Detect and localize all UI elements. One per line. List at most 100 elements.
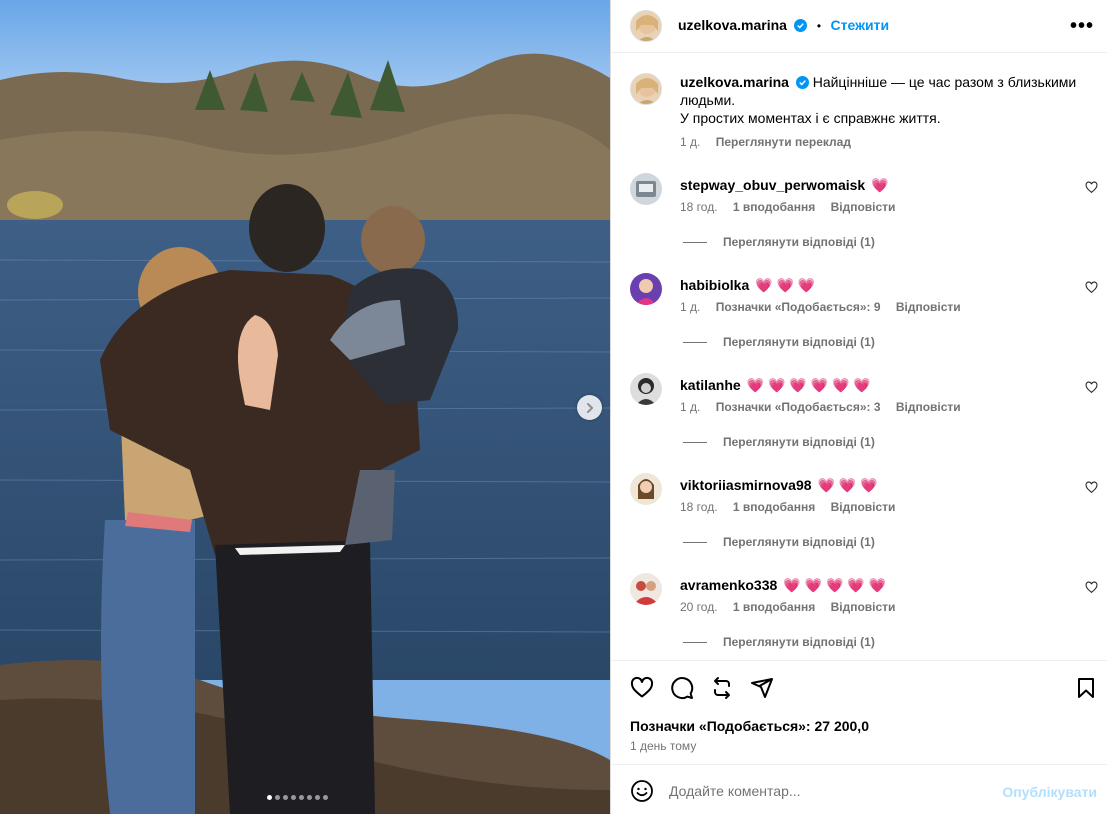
comment-time[interactable]: 18 год. bbox=[680, 200, 718, 214]
commenter-username[interactable]: katilanhe bbox=[680, 377, 741, 393]
comment-time[interactable]: 1 д. bbox=[680, 300, 700, 314]
view-replies-button[interactable]: Переглянути відповіді (1) bbox=[683, 435, 875, 449]
view-replies-button[interactable]: Переглянути відповіді (1) bbox=[683, 535, 875, 549]
avatar-image bbox=[636, 78, 658, 104]
post-actions: Позначки «Подобається»: 27 200,0 1 день … bbox=[611, 660, 1107, 764]
comment-likes[interactable]: Позначки «Подобається»: 3 bbox=[716, 400, 881, 414]
comment-icon[interactable] bbox=[670, 676, 694, 700]
comment-item: habibiolka 💗 💗 💗 1 д. Позначки «Подобаєть… bbox=[611, 273, 1107, 373]
avatar-image bbox=[638, 479, 654, 499]
follow-button[interactable]: Стежити bbox=[831, 17, 890, 33]
comment-meta: 18 год. 1 вподобання Відповісти bbox=[680, 500, 907, 514]
carousel-indicator bbox=[267, 795, 328, 800]
carousel-dot bbox=[291, 795, 296, 800]
comment-like-icon[interactable] bbox=[1085, 381, 1098, 394]
comment-input[interactable] bbox=[669, 777, 989, 805]
replies-divider bbox=[683, 541, 707, 543]
comment-item: katilanhe 💗 💗 💗 💗 💗 💗 1 д. Позначки «Подо… bbox=[611, 373, 1107, 473]
comment-likes[interactable]: Позначки «Подобається»: 9 bbox=[716, 300, 881, 314]
commenter-username[interactable]: avramenko338 bbox=[680, 577, 777, 593]
comment-time[interactable]: 1 д. bbox=[680, 400, 700, 414]
post-photo[interactable] bbox=[0, 0, 610, 814]
bookmark-icon[interactable] bbox=[1074, 676, 1098, 700]
comment-like-icon[interactable] bbox=[1085, 481, 1098, 494]
more-options-icon[interactable]: ••• bbox=[1070, 15, 1094, 38]
caption-username[interactable]: uzelkova.marina bbox=[680, 74, 789, 90]
publish-button[interactable]: Опублікувати bbox=[1002, 784, 1097, 800]
comment-item: stepway_obuv_perwomaisk 💗 18 год. 1 вподо… bbox=[611, 173, 1107, 273]
view-replies-label: Переглянути відповіді (1) bbox=[723, 635, 875, 649]
reply-button[interactable]: Відповісти bbox=[831, 500, 896, 514]
comment-item: avramenko338 💗 💗 💗 💗 💗 20 год. 1 вподобан… bbox=[611, 573, 1107, 660]
comment-item: viktoriiasmirnova98 💗 💗 💗 18 год. 1 вподо… bbox=[611, 473, 1107, 573]
comment-time[interactable]: 18 год. bbox=[680, 500, 718, 514]
replies-divider bbox=[683, 341, 707, 343]
emoji-icon[interactable] bbox=[630, 779, 654, 803]
comment-text: stepway_obuv_perwomaisk 💗 bbox=[680, 176, 889, 194]
comment-body: 💗 💗 💗 bbox=[817, 477, 878, 493]
commenter-username[interactable]: viktoriiasmirnova98 bbox=[680, 477, 812, 493]
replies-divider bbox=[683, 441, 707, 443]
caption-time[interactable]: 1 д. bbox=[680, 135, 700, 149]
view-replies-button[interactable]: Переглянути відповіді (1) bbox=[683, 235, 875, 249]
carousel-dot bbox=[323, 795, 328, 800]
caption-line-2: У простих моментах і є справжнє життя. bbox=[680, 110, 941, 126]
separator-dot: • bbox=[816, 19, 822, 33]
author-avatar[interactable] bbox=[630, 10, 662, 42]
comment-likes[interactable]: 1 вподобання bbox=[733, 500, 815, 514]
post-time[interactable]: 1 день тому bbox=[630, 739, 696, 753]
avatar-image bbox=[636, 181, 656, 197]
post-caption: uzelkova.marina Найцінніше — це час разо… bbox=[680, 73, 1090, 127]
comment-like-icon[interactable] bbox=[1085, 281, 1098, 294]
post-details-panel: uzelkova.marina • Стежити ••• uzelkova.m… bbox=[610, 0, 1107, 814]
heart-icon[interactable] bbox=[630, 676, 654, 700]
avatar-image bbox=[636, 15, 658, 41]
view-replies-button[interactable]: Переглянути відповіді (1) bbox=[683, 335, 875, 349]
comment-likes[interactable]: 1 вподобання bbox=[733, 600, 815, 614]
view-replies-label: Переглянути відповіді (1) bbox=[723, 335, 875, 349]
view-replies-label: Переглянути відповіді (1) bbox=[723, 435, 875, 449]
commenter-avatar[interactable] bbox=[630, 173, 662, 205]
see-translation-button[interactable]: Переглянути переклад bbox=[716, 135, 851, 149]
view-replies-label: Переглянути відповіді (1) bbox=[723, 235, 875, 249]
comment-likes[interactable]: 1 вподобання bbox=[733, 200, 815, 214]
reply-button[interactable]: Відповісти bbox=[831, 200, 896, 214]
share-icon[interactable] bbox=[750, 676, 774, 700]
comment-text: habibiolka 💗 💗 💗 bbox=[680, 276, 815, 294]
commenter-username[interactable]: stepway_obuv_perwomaisk bbox=[680, 177, 865, 193]
comments-list[interactable]: uzelkova.marina Найцінніше — це час разо… bbox=[611, 54, 1107, 660]
comment-meta: 18 год. 1 вподобання Відповісти bbox=[680, 200, 907, 214]
reply-button[interactable]: Відповісти bbox=[896, 400, 961, 414]
avatar-image bbox=[633, 581, 659, 605]
verified-badge-icon bbox=[794, 19, 808, 32]
repost-icon[interactable] bbox=[710, 676, 734, 700]
reply-button[interactable]: Відповісти bbox=[896, 300, 961, 314]
replies-divider bbox=[683, 241, 707, 243]
comment-body: 💗 💗 💗 💗 💗 💗 bbox=[746, 377, 871, 393]
commenter-avatar[interactable] bbox=[630, 373, 662, 405]
comment-meta: 1 д. Позначки «Подобається»: 3 Відповіст… bbox=[680, 400, 973, 414]
author-username[interactable]: uzelkova.marina bbox=[678, 17, 787, 33]
carousel-dot bbox=[299, 795, 304, 800]
next-slide-button[interactable] bbox=[577, 395, 602, 420]
comment-time[interactable]: 20 год. bbox=[680, 600, 718, 614]
comment-meta: 20 год. 1 вподобання Відповісти bbox=[680, 600, 907, 614]
reply-button[interactable]: Відповісти bbox=[831, 600, 896, 614]
photo-illustration bbox=[0, 0, 610, 814]
caption-meta: 1 д. Переглянути переклад bbox=[680, 135, 863, 149]
comment-body: 💗 💗 💗 💗 💗 bbox=[783, 577, 887, 593]
caption-avatar[interactable] bbox=[630, 73, 662, 105]
comment-like-icon[interactable] bbox=[1085, 581, 1098, 594]
carousel-dot bbox=[267, 795, 272, 800]
commenter-avatar[interactable] bbox=[630, 273, 662, 305]
commenter-avatar[interactable] bbox=[630, 573, 662, 605]
view-replies-button[interactable]: Переглянути відповіді (1) bbox=[683, 635, 875, 649]
comment-text: viktoriiasmirnova98 💗 💗 💗 bbox=[680, 476, 878, 494]
commenter-username[interactable]: habibiolka bbox=[680, 277, 749, 293]
comment-text: avramenko338 💗 💗 💗 💗 💗 bbox=[680, 576, 886, 594]
comment-like-icon[interactable] bbox=[1085, 181, 1098, 194]
comment-text: katilanhe 💗 💗 💗 💗 💗 💗 bbox=[680, 376, 871, 394]
likes-count[interactable]: Позначки «Подобається»: 27 200,0 bbox=[630, 718, 869, 734]
commenter-avatar[interactable] bbox=[630, 473, 662, 505]
comment-body: 💗 bbox=[871, 177, 889, 193]
